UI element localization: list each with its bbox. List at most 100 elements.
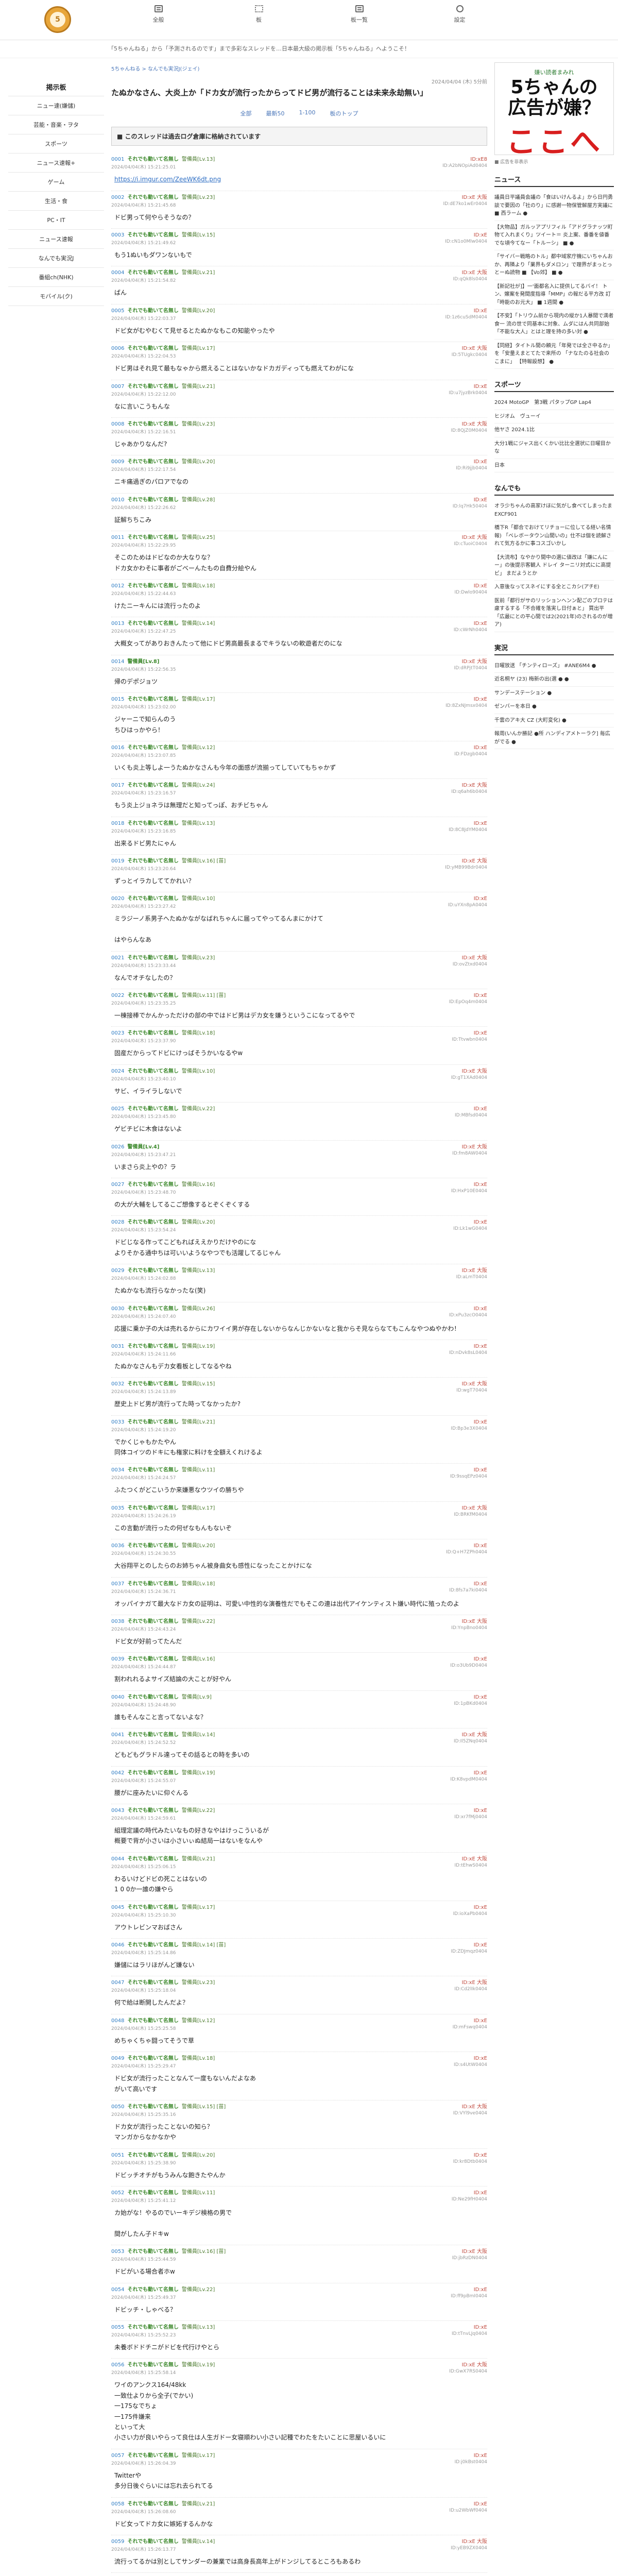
- post-id[interactable]: ID:ioXaPb0404: [453, 1911, 487, 1918]
- post-id[interactable]: ID:cTuoiC0404: [454, 541, 487, 548]
- post-id[interactable]: ID:jbRzDN0404: [452, 2256, 487, 2262]
- post-number[interactable]: 0032: [111, 1381, 124, 1388]
- post-id[interactable]: ID:dRPjtT0404: [454, 666, 487, 672]
- post-number[interactable]: 0020: [111, 895, 124, 903]
- post-number[interactable]: 0035: [111, 1505, 124, 1512]
- post-id[interactable]: ID:Bp3e3X0404: [451, 1426, 487, 1433]
- ad-banner[interactable]: 嫌い読者まみれ 5ちゃんの 広告が嫌？ ここへ: [494, 62, 614, 155]
- post-number[interactable]: 0056: [111, 2362, 124, 2369]
- sidebar-item[interactable]: ニュース速報+: [8, 153, 104, 172]
- sidebar-item[interactable]: 番組ch(NHK): [8, 267, 104, 286]
- nav-item-all[interactable]: 全般: [128, 5, 190, 36]
- post-id[interactable]: ID:aLmT0404: [456, 1275, 487, 1281]
- post-number[interactable]: 0021: [111, 955, 124, 962]
- post-number[interactable]: 0045: [111, 1904, 124, 1911]
- post-number[interactable]: 0004: [111, 269, 124, 277]
- post-id[interactable]: ID:yEB9ZX0404: [451, 2546, 487, 2552]
- post-number[interactable]: 0040: [111, 1694, 124, 1701]
- post-id[interactable]: ID:Lk1wG0404: [453, 1226, 487, 1233]
- post-id[interactable]: ID:Cd2lIk0404: [454, 1987, 487, 1993]
- post-number[interactable]: 0033: [111, 1419, 124, 1426]
- right-section-item[interactable]: 「サイバー戦略のトル」都中域家庁機にいちゃんおか、再隣より「業界もダメロン」で理…: [494, 250, 614, 280]
- post-id[interactable]: ID:xPu3zcO0404: [449, 1313, 487, 1319]
- post-id[interactable]: ID:gT1XAd0404: [451, 1075, 487, 1082]
- right-section-item[interactable]: 【不安】「トリウム前から現内の縦か1人暴間で満者食一 流の世で同基本に対象、ムダ…: [494, 310, 614, 340]
- post-number[interactable]: 0012: [111, 583, 124, 590]
- post-number[interactable]: 0051: [111, 2152, 124, 2159]
- post-number[interactable]: 0011: [111, 534, 124, 541]
- sidebar-item[interactable]: PC・IT: [8, 210, 104, 229]
- post-number[interactable]: 0024: [111, 1068, 124, 1075]
- post-number[interactable]: 0042: [111, 1770, 124, 1777]
- post-number[interactable]: 0007: [111, 383, 124, 391]
- right-section-item[interactable]: オラ少ちゃんの高家けほに気がし食べてしまったまEXCF901: [494, 500, 614, 521]
- post-id[interactable]: ID:o3Ub9D0404: [450, 1663, 487, 1670]
- right-section-item[interactable]: 橋下R「都合でおけてリチョーに位してる経い名情報) 「ベレボータウン山間いの」仕…: [494, 521, 614, 551]
- post-number[interactable]: 0030: [111, 1306, 124, 1313]
- right-section-item[interactable]: 【新記社が]】一'面都名入に提供してるバイ！ トン、嬢案を発間度指導「MMP」の…: [494, 280, 614, 310]
- post-id[interactable]: ID:8QjZ0M0404: [451, 428, 488, 435]
- post-id[interactable]: ID:8C8JdYM0404: [449, 827, 487, 834]
- sidebar-item[interactable]: スポーツ: [8, 134, 104, 153]
- tab-board-top[interactable]: 板のトップ: [330, 109, 358, 117]
- right-section-item[interactable]: ゼンバーを本日 ●: [494, 700, 614, 714]
- post-number[interactable]: 0058: [111, 2501, 124, 2508]
- post-id[interactable]: ID:ovZtxd0404: [453, 962, 487, 969]
- post-number[interactable]: 0037: [111, 1581, 124, 1588]
- right-section-item[interactable]: 【大物品】ガルッアプリフィル「アドグラナッツ町物て入れまくり」ツイート＝ 炎上案…: [494, 221, 614, 250]
- site-logo[interactable]: 5: [44, 6, 71, 33]
- tab-latest50[interactable]: 最新50: [266, 109, 285, 117]
- post-number[interactable]: 0013: [111, 620, 124, 628]
- post-id[interactable]: ID:HxP10E0404: [451, 1189, 487, 1195]
- post-id[interactable]: ID:EpOq4m0404: [449, 999, 487, 1006]
- post-id[interactable]: ID:fm8AW0404: [452, 1151, 487, 1158]
- post-number[interactable]: 0049: [111, 2055, 124, 2062]
- post-id[interactable]: ID:1z6cuSdM0404: [445, 315, 487, 321]
- post-id[interactable]: ID:lq7Hk50404: [453, 504, 487, 511]
- right-section-item[interactable]: 入意後なってスネイにする全とこカシ(アチE): [494, 581, 614, 595]
- sidebar-item[interactable]: なんでも実況J: [8, 248, 104, 267]
- post-number[interactable]: 0026: [111, 1144, 124, 1151]
- post-number[interactable]: 0002: [111, 194, 124, 201]
- tab-1-100[interactable]: 1-100: [299, 109, 316, 117]
- post-id[interactable]: ID:Ri9jjb0404: [456, 466, 487, 472]
- post-id[interactable]: ID:K8vpdM0404: [450, 1777, 487, 1784]
- post-id[interactable]: ID:cWrNh0404: [454, 628, 487, 634]
- post-number[interactable]: 0048: [111, 2018, 124, 2025]
- post-id[interactable]: ID:s4UtW0404: [454, 2062, 487, 2069]
- post-number[interactable]: 0017: [111, 782, 124, 789]
- tab-all[interactable]: 全部: [241, 109, 252, 117]
- post-id[interactable]: ID:YnpBno0404: [451, 1625, 487, 1632]
- post-number[interactable]: 0003: [111, 232, 124, 239]
- right-section-item[interactable]: 他ヤさ 2024.1比: [494, 423, 614, 437]
- post-id[interactable]: ID:5TUgkc0404: [452, 352, 487, 359]
- post-id[interactable]: ID:yMB99Bdr0404: [445, 865, 487, 872]
- hide-ads-link[interactable]: ■ 広告を非表示: [494, 158, 614, 165]
- post-id[interactable]: ID:ZDJmqz0404: [451, 1949, 487, 1956]
- post-number[interactable]: 0043: [111, 1807, 124, 1815]
- post-number[interactable]: 0039: [111, 1656, 124, 1663]
- post-id[interactable]: ID:kr8Dtb0404: [453, 2159, 487, 2166]
- post-id[interactable]: ID:tEhwS0404: [454, 1863, 487, 1870]
- post-number[interactable]: 0044: [111, 1856, 124, 1863]
- post-number[interactable]: 0052: [111, 2190, 124, 2197]
- right-section-item[interactable]: 日本: [494, 459, 614, 472]
- post-number[interactable]: 0025: [111, 1106, 124, 1113]
- nav-item-board-list[interactable]: 板一覧: [329, 5, 390, 36]
- post-number[interactable]: 0057: [111, 2452, 124, 2460]
- post-number[interactable]: 0016: [111, 744, 124, 752]
- sidebar-item[interactable]: ニュー速(嫌儲): [8, 96, 104, 115]
- post-id[interactable]: ID:nDvk8sL0404: [449, 1350, 487, 1357]
- post-number[interactable]: 0005: [111, 308, 124, 315]
- post-number[interactable]: 0001: [111, 156, 124, 163]
- post-id[interactable]: ID:xr7fMj0404: [454, 1815, 487, 1821]
- post-id[interactable]: ID:Ne29fH0404: [452, 2197, 487, 2204]
- post-id[interactable]: ID:MBfsd0404: [455, 1113, 487, 1120]
- post-number[interactable]: 0034: [111, 1467, 124, 1474]
- breadcrumb-board[interactable]: なんでも実況J(ジェイ): [148, 66, 199, 72]
- right-section-item[interactable]: 日曜放送 「チンティローズ」 #ANE6M4 ●: [494, 659, 614, 673]
- post-id[interactable]: ID:dE7ko1wEr0404: [443, 201, 487, 208]
- post-number[interactable]: 0018: [111, 820, 124, 827]
- post-id[interactable]: ID:Il5ZNq0404: [454, 1739, 487, 1745]
- post-number[interactable]: 0019: [111, 858, 124, 865]
